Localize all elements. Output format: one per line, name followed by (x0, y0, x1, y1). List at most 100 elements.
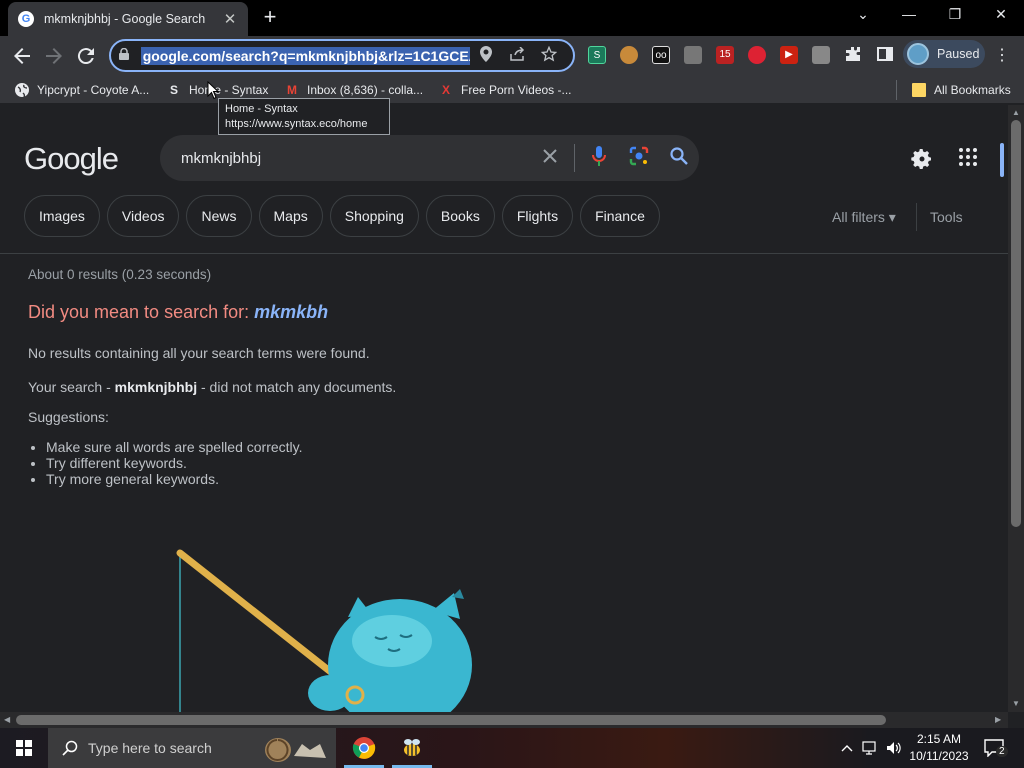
url-text[interactable]: google.com/search?q=mkmknjbhbj&rlz=1C1GC… (140, 46, 471, 65)
bookmarks-bar: Yipcrypt - Coyote A... S Home - Syntax M… (0, 76, 1024, 104)
settings-gear-icon[interactable] (910, 147, 934, 171)
header-divider (0, 253, 1008, 254)
chip-shopping[interactable]: Shopping (329, 195, 419, 237)
scroll-down-arrow-icon[interactable]: ▼ (1012, 699, 1020, 708)
result-stats: About 0 results (0.23 seconds) (28, 267, 212, 282)
chip-images[interactable]: Images (24, 195, 100, 237)
extension-youtube-icon[interactable]: ▶ (780, 46, 798, 64)
bookmark-tooltip: Home - Syntax https://www.syntax.eco/hom… (218, 98, 390, 135)
profile-button[interactable]: Paused (903, 40, 985, 68)
browser-toolbar: google.com/search?q=mkmknjbhbj&rlz=1C1GC… (0, 36, 1024, 76)
clear-search-icon[interactable] (530, 148, 570, 169)
apps-grid-icon[interactable] (956, 147, 980, 171)
address-bar[interactable]: google.com/search?q=mkmknjbhbj&rlz=1C1GC… (109, 39, 575, 72)
all-filters-dropdown[interactable]: All filters ▾ (832, 209, 896, 226)
all-bookmarks-label: All Bookmarks (934, 83, 1011, 97)
search-results-page: Google mkmknjbhbj Images Videos News Map… (0, 105, 1008, 712)
bookmark-gmail-inbox[interactable]: M Inbox (8,636) - colla... (284, 80, 423, 100)
did-you-mean-prefix: Did you mean to search for: (28, 302, 255, 322)
reload-icon (77, 48, 94, 65)
your-search-message: Your search - mkmknjbhbj - did not match… (28, 379, 396, 395)
chip-maps[interactable]: Maps (258, 195, 323, 237)
search-icon[interactable] (659, 146, 699, 170)
share-icon[interactable] (502, 46, 534, 64)
chip-flights[interactable]: Flights (501, 195, 574, 237)
chip-finance[interactable]: Finance (580, 195, 660, 237)
tools-button[interactable]: Tools (930, 209, 963, 225)
extensions-puzzle-icon[interactable] (844, 46, 862, 64)
notification-count-badge: 2 (996, 746, 1008, 757)
reload-button[interactable] (74, 44, 98, 68)
did-you-mean-link[interactable]: mkmkbh (254, 302, 328, 322)
scroll-right-arrow-icon[interactable]: ▶ (995, 715, 1001, 724)
search-input[interactable]: mkmknjbhbj (181, 150, 530, 167)
google-favicon-icon: G (18, 11, 34, 27)
search-box[interactable]: mkmknjbhbj (160, 135, 699, 181)
chip-videos[interactable]: Videos (106, 195, 180, 237)
location-pin-icon[interactable] (470, 46, 502, 65)
start-button[interactable] (0, 728, 48, 768)
back-button[interactable] (10, 44, 34, 68)
syntax-s-icon: S (169, 83, 178, 97)
new-tab-button[interactable]: + (258, 6, 282, 30)
taskbar-search-placeholder: Type here to search (88, 740, 212, 756)
browser-menu-button[interactable]: ⋮ (990, 44, 1014, 68)
extension-badge-icon[interactable]: 15 (716, 46, 734, 64)
extension-s-icon[interactable]: S (588, 46, 606, 64)
tray-overflow-chevron-icon[interactable] (838, 728, 856, 768)
chip-news[interactable]: News (186, 195, 252, 237)
notifications-button[interactable]: 2 (980, 728, 1008, 768)
minimize-button[interactable]: — (886, 0, 932, 30)
scroll-up-arrow-icon[interactable]: ▲ (1012, 108, 1020, 117)
bookmark-star-icon[interactable] (533, 45, 565, 65)
taskbar-bee-app[interactable] (388, 728, 436, 768)
taskbar-clock[interactable]: 2:15 AM 10/11/2023 (905, 731, 973, 765)
search-divider (574, 144, 575, 172)
volume-icon[interactable] (884, 728, 904, 768)
browser-tab[interactable]: G mkmknjbhbj - Google Search ✕ (8, 2, 248, 36)
filter-chips: Images Videos News Maps Shopping Books F… (24, 195, 667, 239)
scroll-left-arrow-icon[interactable]: ◀ (4, 715, 10, 724)
all-bookmarks-button[interactable]: All Bookmarks (896, 80, 1011, 100)
arrow-right-icon (46, 48, 62, 64)
forward-button[interactable] (42, 44, 66, 68)
restore-button[interactable]: ❐ (932, 0, 978, 30)
fossil-search-highlight-icon (265, 738, 326, 762)
google-lens-icon[interactable] (619, 146, 659, 171)
network-icon[interactable] (860, 728, 882, 768)
tab-search-button[interactable]: ⌄ (840, 0, 886, 30)
bookmark-yipcrypt[interactable]: Yipcrypt - Coyote A... (14, 80, 149, 100)
your-search-term: mkmknjbhbj (114, 379, 198, 395)
google-logo[interactable]: Google (24, 141, 119, 177)
vertical-scroll-thumb[interactable] (1011, 120, 1021, 527)
side-panel-icon[interactable] (876, 46, 894, 64)
extension-red-circle-icon[interactable] (748, 46, 766, 64)
taskbar-search-box[interactable]: Type here to search (48, 728, 336, 768)
extension-roblox-icon[interactable] (812, 46, 830, 64)
taskbar-chrome-app[interactable] (340, 728, 388, 768)
tab-strip: G mkmknjbhbj - Google Search ✕ + ⌄ — ❐ ✕ (0, 0, 1024, 36)
clock-time: 2:15 AM (916, 732, 962, 746)
tab-title: mkmknjbhbj - Google Search (44, 12, 206, 26)
x-logo-icon: X (441, 83, 450, 97)
your-search-prefix: Your search - (28, 379, 115, 395)
bee-icon (404, 739, 420, 756)
chrome-icon (352, 737, 376, 759)
list-item: Make sure all words are spelled correctl… (46, 439, 303, 455)
close-window-button[interactable]: ✕ (978, 0, 1024, 30)
profile-status-label: Paused (937, 47, 980, 61)
horizontal-scroll-thumb[interactable] (16, 715, 886, 725)
chip-books[interactable]: Books (425, 195, 495, 237)
extension-mask-icon[interactable]: oo (652, 46, 670, 64)
windows-taskbar: Type here to search 2:15 AM 10/11/2023 2 (0, 728, 1024, 768)
tab-close-button[interactable]: ✕ (222, 10, 238, 28)
bookmark-x-site[interactable]: X Free Porn Videos -... (438, 80, 572, 100)
microphone-icon[interactable] (579, 145, 619, 171)
tooltip-url: https://www.syntax.eco/home (225, 118, 368, 130)
extension-grey-icon[interactable] (684, 46, 702, 64)
avatar (907, 43, 929, 65)
search-icon (62, 740, 78, 756)
bookmark-label: Free Porn Videos -... (461, 83, 572, 97)
cookie-extension-icon[interactable] (620, 46, 638, 64)
folder-icon (911, 82, 927, 98)
